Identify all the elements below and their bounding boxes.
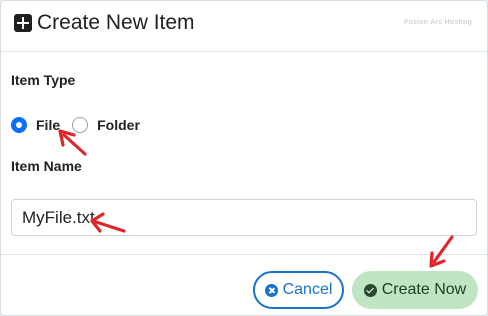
annotation-arrow-file [58,129,87,156]
annotation-arrow-create [429,235,454,268]
annotation-arrow-input [90,212,126,233]
annotation-arrows [58,129,454,268]
